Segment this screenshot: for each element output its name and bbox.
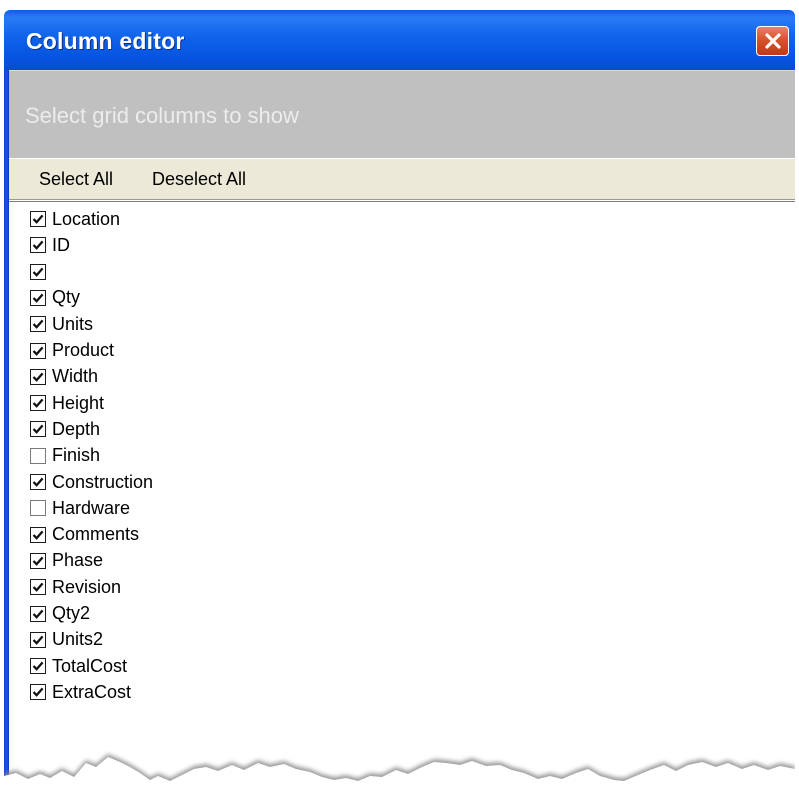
checkmark-icon	[32, 267, 44, 277]
deselect-all-button[interactable]: Deselect All	[152, 169, 246, 190]
column-label: Units	[52, 313, 94, 334]
column-item[interactable]: Product	[30, 339, 114, 363]
close-button[interactable]	[756, 26, 789, 56]
header-instruction: Select grid columns to show	[25, 103, 299, 128]
column-item[interactable]: Depth	[30, 417, 100, 441]
title-bar[interactable]: Column editor	[4, 10, 795, 70]
column-item[interactable]: Revision	[30, 575, 121, 599]
column-label: Phase	[52, 550, 104, 571]
column-item[interactable]: Location	[30, 207, 120, 231]
column-label: Qty	[52, 287, 81, 308]
column-item[interactable]: Units	[30, 312, 93, 336]
column-checkbox[interactable]	[30, 316, 46, 333]
column-item[interactable]: Qty	[30, 286, 80, 310]
column-label: Location	[52, 208, 121, 229]
checkmark-icon	[32, 530, 44, 540]
column-checkbox[interactable]	[30, 395, 46, 412]
toolbar: Select All Deselect All	[9, 158, 795, 200]
column-item[interactable]: TotalCost	[30, 654, 127, 678]
checkmark-icon	[32, 398, 44, 408]
column-checkbox[interactable]	[30, 684, 46, 701]
column-item[interactable]: Comments	[30, 523, 139, 547]
column-item[interactable]: ExtraCost	[30, 680, 131, 704]
column-label: Comments	[52, 524, 140, 545]
column-label: Depth	[52, 418, 101, 439]
column-checkbox[interactable]	[30, 500, 46, 517]
column-item[interactable]: Qty2	[30, 602, 90, 626]
column-checkbox[interactable]	[30, 342, 46, 359]
checkmark-icon	[32, 477, 44, 487]
column-item[interactable]	[30, 260, 52, 284]
column-item[interactable]: Units2	[30, 628, 103, 652]
column-item[interactable]: Height	[30, 391, 104, 415]
column-checkbox[interactable]	[30, 421, 46, 438]
checkmark-icon	[32, 635, 44, 645]
checkmark-icon	[32, 319, 44, 330]
column-checkbox[interactable]	[30, 631, 46, 648]
checkmark-icon	[32, 346, 44, 356]
checkmark-icon	[32, 240, 44, 251]
column-checkbox[interactable]	[30, 368, 46, 385]
checkmark-icon	[32, 293, 44, 303]
column-label: Height	[52, 392, 105, 413]
checkmark-icon	[32, 688, 44, 698]
column-item[interactable]: Finish	[30, 444, 100, 468]
column-checkbox[interactable]	[30, 605, 46, 622]
column-item[interactable]: Construction	[30, 470, 153, 494]
checkmark-icon	[32, 372, 44, 382]
column-checkbox[interactable]	[30, 474, 46, 490]
column-item[interactable]: Width	[30, 365, 98, 389]
column-checkbox[interactable]	[30, 552, 46, 569]
column-checkbox[interactable]	[30, 447, 46, 464]
column-checkbox[interactable]	[30, 289, 46, 306]
checkmark-icon	[32, 609, 44, 619]
column-item[interactable]: Hardware	[30, 496, 130, 520]
column-label: ExtraCost	[52, 681, 132, 702]
column-label: TotalCost	[52, 655, 128, 676]
column-label: Units2	[52, 629, 104, 650]
window-title: Column editor	[26, 28, 185, 54]
column-label: Qty2	[52, 603, 91, 623]
column-checkbox[interactable]	[30, 526, 46, 543]
column-checkbox[interactable]	[30, 211, 46, 227]
column-checkbox[interactable]	[30, 658, 46, 675]
checkmark-icon	[32, 425, 44, 435]
column-label: Hardware	[52, 497, 131, 518]
column-editor-window: Column editor Select grid columns to sho…	[4, 10, 795, 793]
column-label: Width	[52, 366, 99, 387]
checkmark-icon	[32, 214, 44, 224]
checkmark-icon	[32, 661, 44, 671]
column-checkbox[interactable]	[30, 237, 46, 254]
column-item[interactable]: Phase	[30, 549, 103, 573]
header-band: Select grid columns to show	[9, 70, 795, 158]
column-label: Product	[52, 340, 115, 360]
checkmark-icon	[32, 582, 44, 593]
column-label: Finish	[52, 445, 101, 466]
column-item[interactable]: ID	[30, 233, 70, 257]
checkmark-icon	[32, 556, 44, 566]
column-checklist[interactable]: Location ID Qty Units Product Width Height Dept…	[9, 201, 795, 793]
column-checkbox[interactable]	[30, 263, 46, 280]
column-label: ID	[52, 234, 70, 255]
torn-edge	[4, 754, 795, 793]
column-label: Construction	[52, 471, 154, 492]
select-all-button[interactable]: Select All	[39, 169, 113, 190]
column-label: Revision	[52, 576, 122, 597]
close-icon	[764, 33, 781, 49]
column-checkbox[interactable]	[30, 579, 46, 596]
